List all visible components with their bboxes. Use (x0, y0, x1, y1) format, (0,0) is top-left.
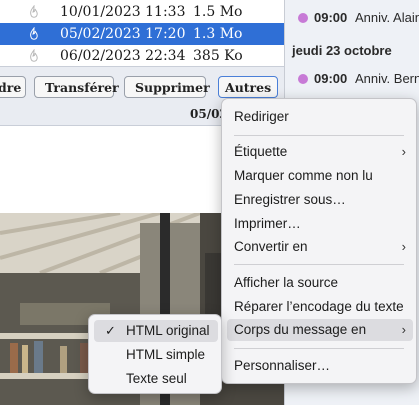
reply-button[interactable]: dre (0, 76, 26, 98)
event-time: 09:00 (314, 10, 348, 25)
submenu-item-html-original[interactable]: ✓ HTML original (94, 320, 218, 342)
flame-icon (30, 49, 38, 62)
other-actions-button[interactable]: Autres (218, 76, 278, 98)
menu-item-redirect[interactable]: Rediriger (227, 106, 413, 128)
chevron-right-icon: › (401, 322, 406, 337)
delete-label: Supprimer (135, 79, 210, 95)
menu-item-convert[interactable]: Convertir en › (227, 236, 413, 258)
menu-item-label-tag[interactable]: Étiquette › (227, 141, 413, 163)
menu-divider (234, 264, 404, 265)
event-title: Anniv. Bernard (355, 71, 419, 86)
flame-icon (30, 5, 38, 18)
menu-item-label: Afficher la source (234, 275, 339, 290)
submenu-item-html-simple[interactable]: HTML simple (94, 344, 218, 366)
day-header: jeudi 23 octobre (292, 43, 392, 58)
menu-item-label: Personnaliser… (234, 358, 331, 373)
message-date: 10/01/2023 11:33 (60, 4, 186, 20)
other-actions-menu: Rediriger Étiquette › Marquer comme non … (221, 98, 417, 384)
menu-item-label: Rediriger (234, 109, 289, 124)
menu-item-label: HTML original (126, 323, 210, 338)
menu-item-print[interactable]: Imprimer… (227, 213, 413, 235)
menu-item-label: HTML simple (126, 347, 206, 362)
menu-item-label: Corps du message en (234, 322, 367, 337)
other-label: Autres (225, 79, 272, 95)
event-dot (298, 13, 308, 23)
forward-button[interactable]: Transférer (34, 76, 119, 98)
menu-item-body-as[interactable]: Corps du message en › (227, 319, 413, 341)
menu-item-label: Imprimer… (234, 216, 301, 231)
menu-item-customize[interactable]: Personnaliser… (227, 355, 413, 377)
calendar-event[interactable]: 09:00 Anniv. Bernard (285, 68, 419, 90)
event-dot (298, 74, 308, 84)
menu-item-label: Marquer comme non lu (234, 168, 373, 183)
message-row[interactable]: 10/01/2023 11:33 1.5 Mo (0, 1, 284, 23)
menu-item-repair-encoding[interactable]: Réparer l’encodage du texte (227, 296, 413, 318)
menu-item-label: Réparer l’encodage du texte (234, 299, 404, 314)
body-format-submenu: ✓ HTML original HTML simple Texte seul (88, 314, 222, 394)
forward-label: Transférer (45, 79, 119, 95)
menu-divider (234, 135, 404, 136)
chevron-right-icon: › (401, 144, 406, 159)
message-date: 06/02/2023 22:34 (60, 48, 186, 64)
message-size: 385 Ko (193, 48, 243, 64)
menu-item-label: Enregistrer sous… (234, 192, 346, 207)
menu-divider (234, 348, 404, 349)
menu-item-label: Convertir en (234, 239, 308, 254)
message-row-selected[interactable]: 05/02/2023 17:20 1.3 Mo (0, 23, 284, 45)
menu-item-save-as[interactable]: Enregistrer sous… (227, 189, 413, 211)
message-row[interactable]: 06/02/2023 22:34 385 Ko (0, 45, 284, 67)
checkmark-icon: ✓ (105, 323, 116, 338)
message-size: 1.3 Mo (193, 26, 243, 42)
message-size: 1.5 Mo (193, 4, 243, 20)
submenu-item-plain-text[interactable]: Texte seul (94, 368, 218, 390)
menu-item-view-source[interactable]: Afficher la source (227, 272, 413, 294)
message-date: 05/02/2023 17:20 (60, 26, 186, 42)
calendar-event[interactable]: 09:00 Anniv. Alain (285, 7, 419, 29)
menu-item-label: Texte seul (126, 371, 187, 386)
menu-item-mark-unread[interactable]: Marquer comme non lu (227, 165, 413, 187)
event-title: Anniv. Alain (355, 10, 419, 25)
menu-item-label: Étiquette (234, 144, 288, 159)
chevron-right-icon: › (401, 239, 406, 254)
event-time: 09:00 (314, 71, 348, 86)
flame-icon (30, 27, 38, 40)
reply-label: dre (0, 79, 22, 95)
delete-button[interactable]: Supprimer (124, 76, 210, 98)
